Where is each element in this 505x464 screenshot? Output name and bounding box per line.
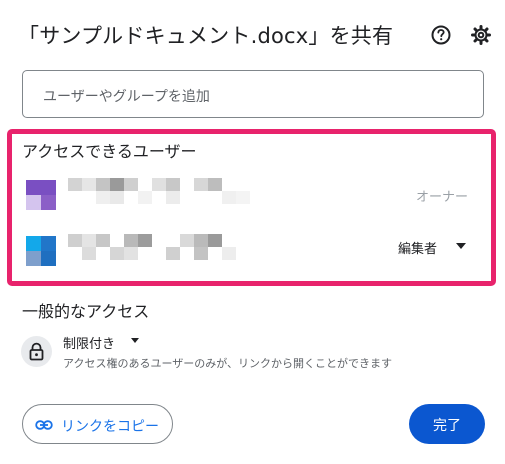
user-name-redacted [68,178,253,216]
copy-link-button[interactable]: リンクをコピー [22,404,173,444]
avatar [26,180,56,210]
people-with-access-title: アクセスできるユーザー [22,142,197,161]
caret-down-icon[interactable] [131,338,139,343]
dialog-title: 「サンプルドキュメント.docx」を共有 [18,24,394,48]
add-people-input[interactable]: ユーザーやグループを追加 [22,70,484,118]
link-icon [35,420,53,430]
done-label: 完了 [433,418,461,434]
add-people-placeholder: ユーザーやグループを追加 [43,89,210,105]
gear-icon[interactable] [470,24,492,46]
lock-icon [21,336,52,367]
help-circle-icon[interactable] [430,24,452,46]
general-access-dropdown[interactable]: 制限付き [63,333,115,352]
done-button[interactable]: 完了 [409,404,485,444]
general-access-title: 一般的なアクセス [22,302,150,321]
role-owner-label: オーナー [416,190,469,205]
role-dropdown[interactable]: 編集者 [398,238,437,257]
user-name-redacted [68,234,243,272]
caret-down-icon[interactable] [456,243,466,249]
avatar [26,236,56,266]
general-access-description: アクセス権のあるユーザーのみが、リンクから開くことができます [63,357,393,370]
copy-link-label: リンクをコピー [61,419,159,435]
